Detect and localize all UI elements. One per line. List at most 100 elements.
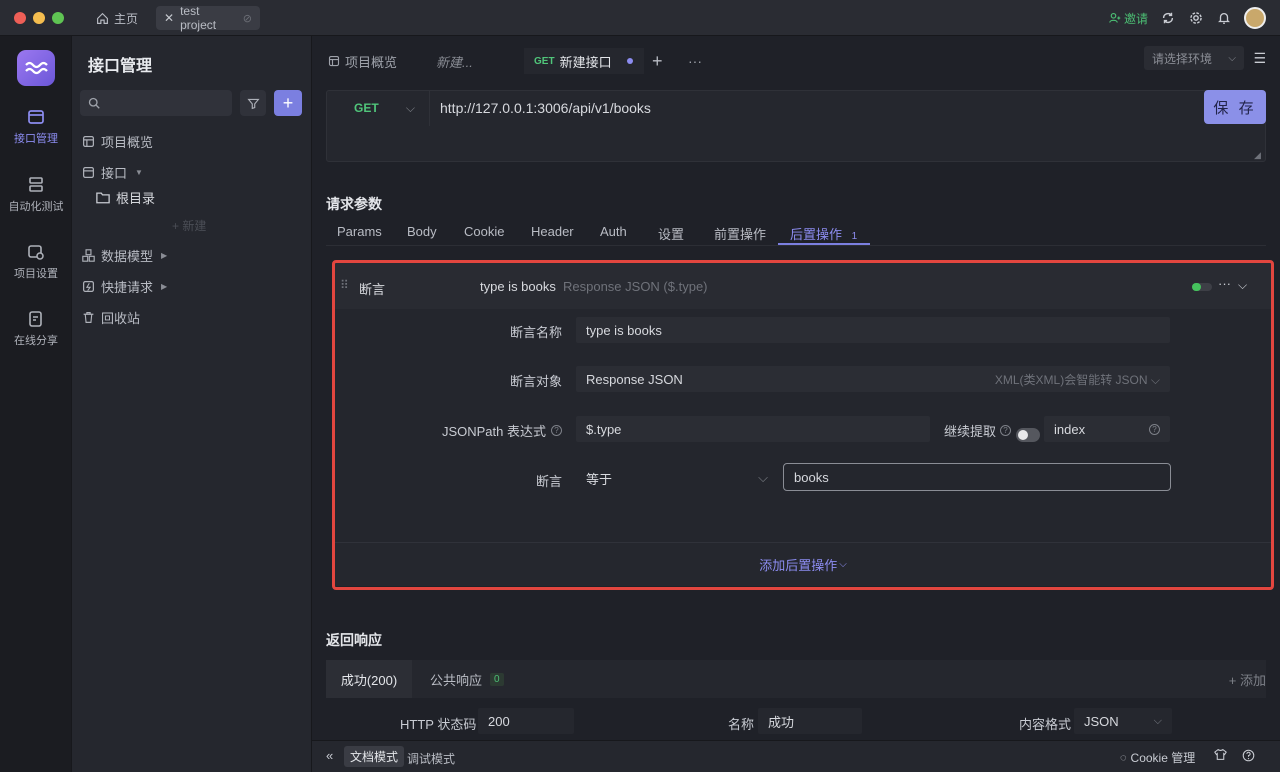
- sidebar: 接口管理 + 项目概览 接口 ▼ 根目录 + 新建 数据模型 ▶ 快捷请求 ▶ …: [72, 36, 312, 772]
- plus-icon: +: [282, 92, 294, 113]
- rail-item-project-settings[interactable]: 项目设置: [0, 243, 72, 281]
- overview-icon: [328, 55, 340, 67]
- shirt-icon[interactable]: [1214, 748, 1227, 764]
- minimize-window-button[interactable]: [33, 12, 45, 24]
- tab-overview[interactable]: 项目概览: [328, 50, 397, 72]
- cookie-manage-button[interactable]: ◌ Cookie 管理: [1120, 749, 1195, 766]
- add-response-button[interactable]: + 添加: [1229, 660, 1266, 698]
- tab-label: 新建...: [436, 54, 473, 70]
- params-tabs-divider: [326, 245, 1266, 246]
- tab-settings[interactable]: 设置: [658, 224, 684, 243]
- response-title: 返回响应: [326, 632, 382, 648]
- tab-post-operations[interactable]: 后置操作 1: [790, 224, 857, 243]
- bell-icon[interactable]: [1216, 10, 1232, 26]
- left-rail: 接口管理 自动化测试 项目设置 在线分享: [0, 36, 72, 772]
- sidebar-item-label: 项目概览: [101, 134, 154, 150]
- tab-body[interactable]: Body: [407, 224, 437, 239]
- doc-mode-button[interactable]: 文档模式: [344, 746, 405, 767]
- avatar[interactable]: [1244, 7, 1266, 29]
- title-bar: 主页 ✕ test project ⊘ 邀请: [0, 0, 1280, 36]
- search-icon: [88, 97, 100, 109]
- sidebar-item-overview[interactable]: 项目概览: [82, 130, 153, 152]
- tab-new-draft[interactable]: 新建...: [436, 50, 473, 72]
- tab-header[interactable]: Header: [531, 224, 574, 239]
- app-logo: [17, 50, 55, 86]
- url-input[interactable]: http://127.0.0.1:3006/api/v1/books: [440, 100, 651, 116]
- tab-params[interactable]: Params: [337, 224, 382, 239]
- sidebar-item-data-model[interactable]: 数据模型 ▶: [82, 244, 167, 266]
- tab-response-public[interactable]: 公共响应 0: [430, 660, 504, 698]
- caret-right-icon: ▶: [161, 281, 168, 291]
- bottom-bar: « 文档模式 调试模式 ◌ Cookie 管理: [312, 740, 1280, 772]
- http-status-input[interactable]: 200: [478, 708, 574, 734]
- method-select[interactable]: GET ⌵: [326, 90, 430, 126]
- cubes-icon: [82, 248, 95, 262]
- sidebar-item-label: 快捷请求: [101, 279, 154, 295]
- sidebar-title: 接口管理: [88, 58, 153, 75]
- zoom-window-button[interactable]: [52, 12, 64, 24]
- chevron-down-icon: ⌵: [1153, 714, 1162, 727]
- close-window-button[interactable]: [14, 12, 26, 24]
- home-tab[interactable]: 主页: [86, 6, 148, 30]
- tab-auth[interactable]: Auth: [600, 224, 627, 239]
- share-icon: [29, 311, 42, 327]
- menu-icon[interactable]: ☰: [1253, 50, 1266, 67]
- automation-icon: [29, 177, 43, 192]
- api-icon: [83, 166, 94, 178]
- tab-response-success[interactable]: 成功(200): [326, 660, 412, 698]
- gear-icon[interactable]: [1188, 10, 1204, 26]
- method-label: GET: [354, 101, 379, 115]
- chevron-down-icon: ⌵: [1228, 52, 1236, 64]
- debug-mode-button[interactable]: 调试模式: [407, 750, 455, 767]
- rail-item-api[interactable]: 接口管理: [0, 108, 72, 146]
- folder-icon: [96, 191, 110, 203]
- rail-item-automation[interactable]: 自动化测试: [0, 176, 72, 214]
- tab-label: 新建接口: [559, 54, 612, 70]
- home-tab-label: 主页: [114, 11, 139, 26]
- invite-label: 邀请: [1123, 11, 1148, 26]
- trash-icon: [83, 311, 94, 323]
- home-icon: [97, 12, 108, 24]
- response-name-label: 名称: [728, 717, 755, 732]
- content-type-select[interactable]: JSON ⌵: [1074, 708, 1172, 734]
- close-icon[interactable]: ✕: [164, 11, 174, 25]
- environment-select[interactable]: 请选择环境 ⌵: [1144, 46, 1244, 70]
- collapse-sidebar-icon[interactable]: «: [326, 748, 333, 763]
- resize-handle-icon[interactable]: ◢: [1254, 150, 1261, 161]
- sidebar-item-quick-request[interactable]: 快捷请求 ▶: [82, 275, 167, 297]
- rail-item-share[interactable]: 在线分享: [0, 310, 72, 348]
- sync-icon[interactable]: [1160, 10, 1176, 26]
- caret-right-icon: ▶: [161, 250, 168, 260]
- tab-count-badge: 1: [851, 231, 858, 242]
- project-tab[interactable]: ✕ test project ⊘: [156, 4, 260, 32]
- response-name-input[interactable]: 成功: [758, 708, 862, 734]
- rail-item-label: 在线分享: [14, 335, 58, 347]
- caret-down-icon: ▼: [135, 167, 143, 177]
- help-icon[interactable]: [1242, 749, 1255, 765]
- more-tabs-button[interactable]: ···: [688, 50, 702, 72]
- active-tab-indicator: [778, 243, 870, 245]
- rail-item-label: 项目设置: [14, 268, 58, 280]
- plus-icon: +: [652, 50, 663, 71]
- tab-pre-operations[interactable]: 前置操作: [714, 224, 766, 243]
- search-input[interactable]: [80, 90, 232, 116]
- sidebar-item-trash[interactable]: 回收站: [82, 306, 140, 328]
- tab-count-badge: 0: [490, 672, 504, 686]
- invite-button[interactable]: 邀请: [1109, 10, 1148, 27]
- tab-label: 后置操作: [790, 227, 843, 242]
- filter-button[interactable]: [240, 90, 266, 116]
- project-settings-icon: [28, 245, 44, 260]
- sidebar-item-label: 数据模型: [101, 248, 154, 264]
- save-button[interactable]: 保 存: [1204, 90, 1266, 124]
- add-tab-button[interactable]: +: [652, 50, 663, 72]
- sidebar-item-root-dir[interactable]: 根目录: [96, 186, 155, 208]
- environment-placeholder: 请选择环境: [1152, 51, 1213, 66]
- sidebar-item-api[interactable]: 接口 ▼: [82, 161, 143, 183]
- tab-cookie[interactable]: Cookie: [464, 224, 504, 239]
- sidebar-new-button[interactable]: + 新建: [172, 214, 206, 236]
- ellipsis-icon: ···: [688, 53, 702, 69]
- titlebar-actions: 邀请: [1109, 6, 1266, 30]
- add-button[interactable]: +: [274, 90, 302, 116]
- tab-new-api[interactable]: GET 新建接口: [524, 48, 644, 74]
- params-title: 请求参数: [326, 196, 382, 212]
